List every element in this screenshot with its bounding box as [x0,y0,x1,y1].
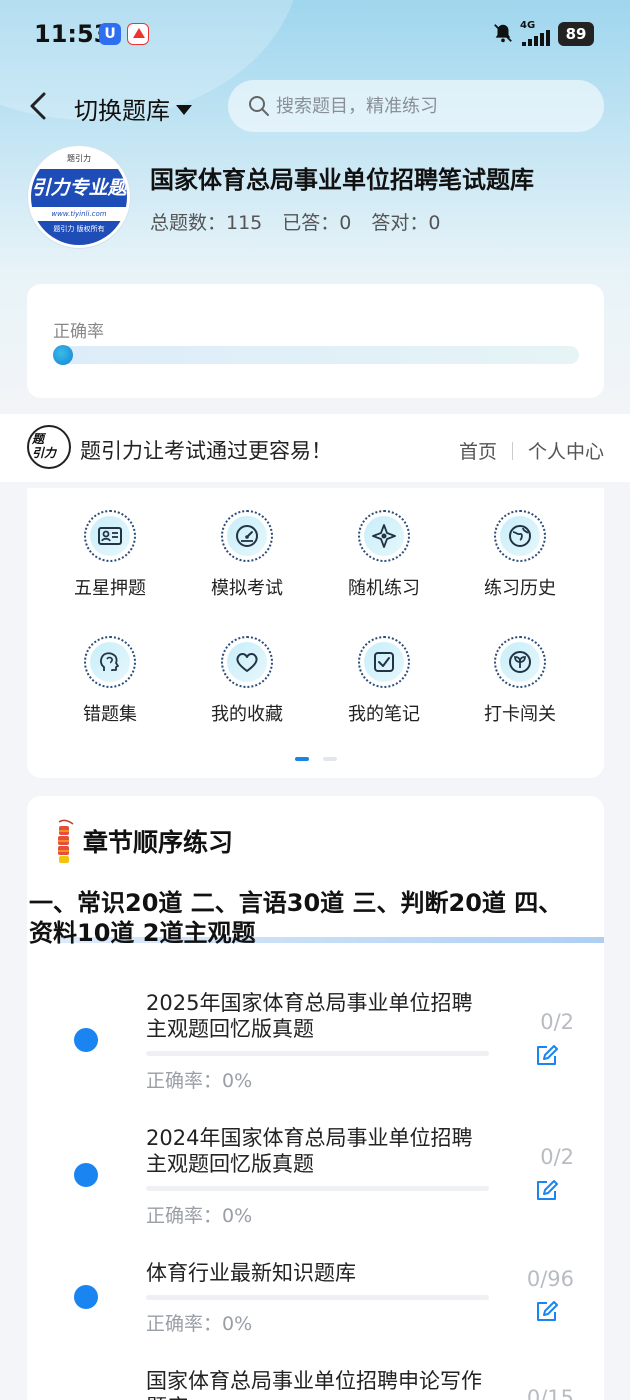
feature-notes[interactable]: 我的笔记 [319,636,449,726]
edit-icon[interactable] [534,1177,560,1203]
chapter-item-progress [146,1295,489,1300]
globe-icon [509,525,531,547]
feature-five-star[interactable]: 五星押题 [45,510,175,600]
chapter-item-accuracy: 正确率：0% [146,1070,253,1092]
chapter-description: 一、常识20道 二、言语30道 三、判断20道 四、资料10道 2道主观题 [29,889,563,947]
accuracy-card: 正确率 [27,284,604,398]
chapter-item-title: 2025年国家体育总局事业单位招聘主观题回忆版真题 [146,991,473,1041]
chapter-card: 章节顺序练习 [27,796,604,1400]
heart-icon [236,653,258,672]
battery-indicator: 89 [558,22,594,46]
chapter-title: 章节顺序练习 [83,828,234,857]
chapter-item-title: 2024年国家体育总局事业单位招聘主观题回忆版真题 [146,1126,473,1176]
edit-icon[interactable] [534,1042,560,1068]
accuracy-progress-knob [53,345,73,365]
feature-wrong-questions[interactable]: 错题集 [45,636,175,726]
firecracker-icon [58,819,74,863]
switch-bank-label: 切换题库 [74,97,170,125]
chapter-item-count: 0/96 [526,1267,574,1291]
search-icon [249,96,269,116]
bank-title: 国家体育总局事业单位招聘笔试题库 [150,166,534,194]
status-dot [74,1285,98,1309]
compass-icon [372,524,396,548]
status-dot [74,1163,98,1187]
chapter-item-count: 0/15 [526,1386,574,1400]
brand-banner: 题引力让考试通过更容易！ 首页 个人中心 [0,414,630,482]
stat-total: 总题数：115 [150,212,263,234]
signal-icon [522,30,550,46]
accuracy-label: 正确率 [53,322,104,342]
chapter-item[interactable]: 国家体育总局事业单位招聘申论写作题库 0/15 [27,1368,604,1400]
accuracy-progress-bar [53,345,579,365]
chapter-item-accuracy: 正确率：0% [146,1313,253,1335]
note-check-icon [374,652,394,672]
brand-logo [27,425,71,469]
home-link[interactable]: 首页 [459,437,497,464]
chapter-item-count: 0/2 [540,1010,574,1034]
chapter-item-accuracy: 正确率：0% [146,1205,253,1227]
chapter-item-title: 体育行业最新知识题库 [146,1261,356,1285]
app-alert-icon [127,23,149,45]
caret-down-icon [176,104,192,115]
bank-stats: 总题数：115 已答：0 答对：0 [150,208,440,235]
feature-random-practice[interactable]: 随机练习 [319,510,449,600]
back-arrow-icon[interactable] [24,88,56,124]
id-card-icon [98,527,122,545]
feature-favorites[interactable]: 我的收藏 [182,636,312,726]
edit-icon[interactable] [534,1298,560,1324]
profile-link[interactable]: 个人中心 [528,437,604,464]
stat-correct: 答对：0 [371,212,441,234]
chapter-item-title: 国家体育总局事业单位招聘申论写作题库 [146,1369,482,1400]
brand-slogan: 题引力让考试通过更容易！ [80,439,332,463]
divider [511,441,513,460]
search-box[interactable] [228,80,604,132]
speedometer-icon [236,525,258,547]
bank-logo: 题引力 引力专业题 www.tiyinli.com 题引力 版权所有 [28,146,130,248]
feature-grid: 五星押题 模拟考试 随机练习 练习历史 错题集 我的收藏 我的笔记 打卡闯关 [27,488,604,778]
chapter-item-count: 0/2 [540,1145,574,1169]
search-input[interactable] [276,95,576,117]
status-bar: 11:53 U 4G 89 [0,0,630,68]
chapter-item-progress [146,1186,489,1191]
app-notification-icon: U [99,23,121,45]
stat-answered: 已答：0 [282,212,352,234]
feature-history[interactable]: 练习历史 [455,510,585,600]
head-icon [100,652,119,671]
bell-muted-icon [494,24,512,43]
page-indicator [295,757,337,761]
feature-mock-exam[interactable]: 模拟考试 [182,510,312,600]
leaf-icon [509,651,531,673]
status-dot [74,1028,98,1052]
switch-bank-dropdown[interactable]: 切换题库 [74,91,192,126]
chapter-item-progress [146,1051,489,1056]
feature-checkin[interactable]: 打卡闯关 [455,636,585,726]
